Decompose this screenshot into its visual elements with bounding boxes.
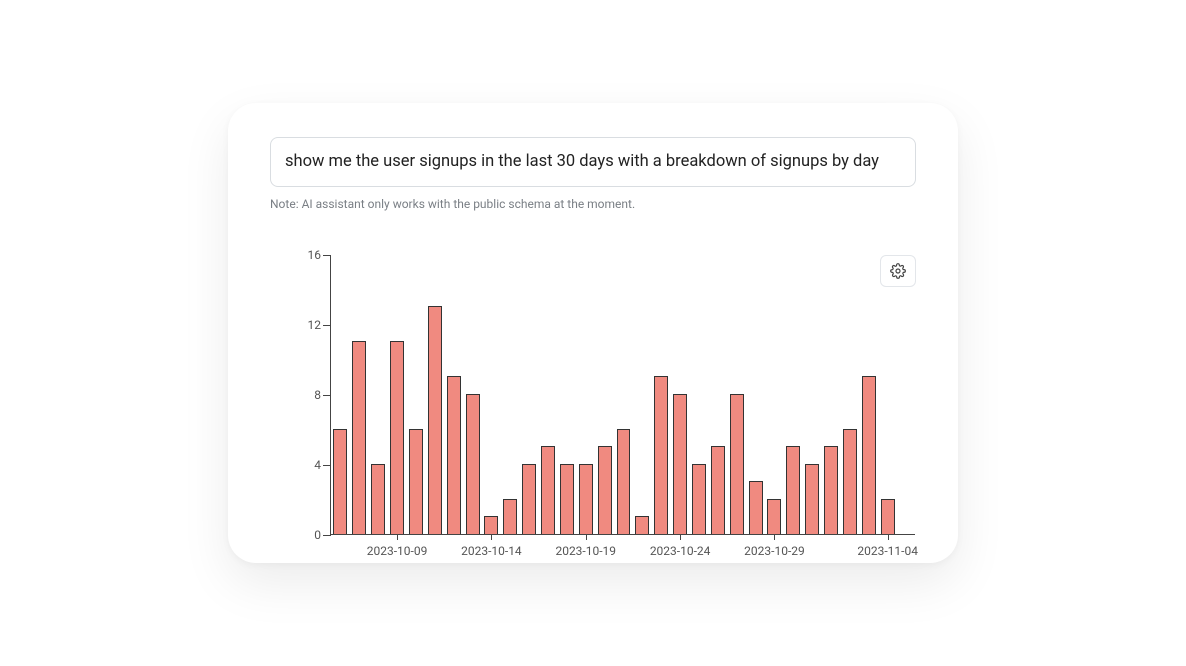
chart-bar (767, 499, 781, 534)
chart-bar (862, 376, 876, 534)
chart-bar (711, 446, 725, 534)
chart-container: 04812162023-10-092023-10-142023-10-19202… (270, 255, 916, 535)
chart-bar (579, 464, 593, 534)
chart-bar (541, 446, 555, 534)
y-axis-tick (323, 535, 331, 536)
chart-bar (352, 341, 366, 534)
chart-bar (749, 481, 763, 534)
x-axis-tick (491, 534, 492, 540)
chart-bar (333, 429, 347, 534)
x-axis-label: 2023-10-14 (461, 544, 522, 558)
chart-plot-area: 04812162023-10-092023-10-142023-10-19202… (330, 255, 915, 535)
y-axis-tick (323, 395, 331, 396)
x-axis-label: 2023-10-29 (744, 544, 805, 558)
chart-bar (484, 516, 498, 534)
chart-bar (466, 394, 480, 534)
y-axis-label: 16 (297, 248, 321, 262)
chart-bar (805, 464, 819, 534)
assistant-note: Note: AI assistant only works with the p… (270, 197, 916, 211)
x-axis-tick (680, 534, 681, 540)
x-axis-tick (586, 534, 587, 540)
y-axis-label: 12 (297, 318, 321, 332)
chart-bar (598, 446, 612, 534)
x-axis-label: 2023-10-09 (367, 544, 428, 558)
y-axis-label: 8 (297, 388, 321, 402)
chart-bar (824, 446, 838, 534)
chart-bar (409, 429, 423, 534)
chart-bar (447, 376, 461, 534)
chart-bar (428, 306, 442, 534)
x-axis-label: 2023-11-04 (857, 544, 918, 558)
y-axis-label: 0 (297, 528, 321, 542)
chart-bar (673, 394, 687, 534)
x-axis-label: 2023-10-24 (650, 544, 711, 558)
x-axis-tick (397, 534, 398, 540)
chart-bar (654, 376, 668, 534)
chart-bar (786, 446, 800, 534)
chart-bar (390, 341, 404, 534)
x-axis-label: 2023-10-19 (555, 544, 616, 558)
x-axis-tick (888, 534, 889, 540)
y-axis-tick (323, 325, 331, 326)
chart-bar (843, 429, 857, 534)
chart-bar (371, 464, 385, 534)
chart-bar (692, 464, 706, 534)
chart-bar (635, 516, 649, 534)
chart-bar (522, 464, 536, 534)
y-axis-label: 4 (297, 458, 321, 472)
chart-bar (881, 499, 895, 534)
chart-card: show me the user signups in the last 30 … (228, 103, 958, 562)
chart-bar (730, 394, 744, 534)
chart-bar (617, 429, 631, 534)
query-input[interactable]: show me the user signups in the last 30 … (270, 137, 916, 186)
chart-bar (560, 464, 574, 534)
y-axis-tick (323, 465, 331, 466)
y-axis-tick (323, 255, 331, 256)
chart-bar (503, 499, 517, 534)
x-axis-tick (774, 534, 775, 540)
